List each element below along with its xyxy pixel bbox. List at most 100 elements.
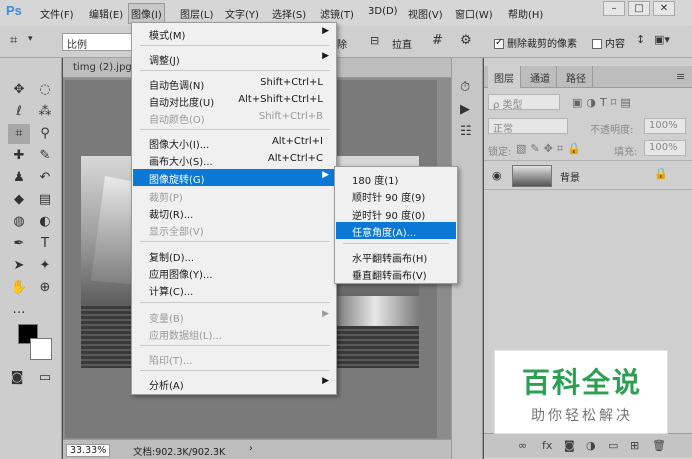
chevron-down-icon[interactable]: ▾	[28, 34, 33, 44]
path-select-icon[interactable]: ➤	[8, 256, 30, 276]
menu-item-analysis[interactable]: 分析(A) ▶	[133, 375, 335, 392]
menu-select[interactable]: 选择(S)	[272, 6, 306, 21]
lock-icons[interactable]: ▧✎✥⌗🔒	[516, 142, 585, 156]
menu-view[interactable]: 视图(V)	[408, 6, 443, 21]
hand-tool-icon[interactable]: ✋	[8, 278, 30, 298]
blend-mode-select[interactable]: 正常	[488, 118, 568, 135]
layer-filter-select[interactable]: ρ 类型	[488, 94, 560, 111]
tab-channels[interactable]: 通道	[524, 66, 557, 88]
history-brush-icon[interactable]: ↶	[34, 168, 56, 188]
menu-file[interactable]: 文件(F)	[40, 6, 74, 21]
panel-toggle-icon[interactable]: ↕	[636, 33, 645, 46]
submenu-arrow-icon: ▶	[322, 26, 329, 36]
tab-layers[interactable]: 图层	[488, 66, 521, 88]
properties-panel-icon[interactable]: ☷	[460, 124, 472, 139]
screen-mode-icon[interactable]: ▭	[34, 368, 56, 388]
close-button[interactable]: ✕	[653, 1, 675, 16]
eraser-icon[interactable]: ◆	[8, 190, 30, 210]
menu-item-flip-horizontal[interactable]: 水平翻转画布(H)	[336, 248, 456, 265]
checkbox-checked-icon[interactable]	[494, 37, 504, 49]
dodge-tool-icon[interactable]: ◐	[34, 212, 56, 232]
adjustment-layer-icon[interactable]: ◑	[586, 439, 596, 452]
menu-item-rotate-cw-90[interactable]: 顺时针 90 度(9)	[336, 187, 456, 204]
more-tools-icon[interactable]: …	[8, 300, 30, 320]
filter-type-icons[interactable]: ▣◑T⌑▤	[572, 96, 635, 109]
actions-panel-icon[interactable]: ▶	[460, 102, 470, 117]
type-tool-icon[interactable]: T	[34, 234, 56, 254]
maximize-button[interactable]: □	[628, 1, 650, 16]
menu-item-adjustments[interactable]: 调整(J) ▶	[133, 50, 335, 67]
menu-filter[interactable]: 滤镜(T)	[320, 6, 354, 21]
visibility-eye-icon[interactable]: ◉	[492, 169, 502, 182]
menu-item-canvas-size[interactable]: 画布大小(S)... Alt+Ctrl+C	[133, 151, 335, 168]
brush-tool-icon[interactable]: ✎	[34, 146, 56, 166]
menu-item-image-rotation[interactable]: 图像旋转(G) ▶	[133, 169, 335, 186]
background-color-swatch[interactable]	[30, 338, 52, 360]
blur-tool-icon[interactable]: ◍	[8, 212, 30, 232]
content-aware-checkbox[interactable]: 内容	[592, 35, 625, 50]
crop-tool-icon[interactable]: ⌗	[8, 124, 30, 144]
image-menu-dropdown: 模式(M) ▶ 调整(J) ▶ 自动色调(N) Shift+Ctrl+L 自动对比度(…	[131, 22, 337, 395]
zoom-level[interactable]: 33.33%	[66, 444, 111, 457]
straighten-icon[interactable]: ⊟	[370, 34, 379, 47]
delete-cropped-checkbox[interactable]: 删除裁剪的像素	[494, 35, 577, 50]
menu-item-rotate-180[interactable]: 180 度(1)	[336, 170, 456, 187]
checkbox-unchecked-icon[interactable]	[592, 39, 602, 49]
new-group-icon[interactable]: ▭	[608, 439, 618, 452]
move-tool-icon[interactable]: ✥	[8, 80, 30, 100]
gear-icon[interactable]: ⚙	[460, 33, 472, 48]
link-layers-icon[interactable]: ∞	[518, 439, 527, 452]
menu-3d[interactable]: 3D(D)	[368, 6, 398, 17]
tab-paths[interactable]: 路径	[560, 66, 593, 88]
clear-button[interactable]: 除	[337, 36, 347, 51]
menu-item-rotate-ccw-90[interactable]: 逆时针 90 度(0)	[336, 205, 456, 222]
marquee-tool-icon[interactable]: ◌	[34, 80, 56, 100]
menu-separator	[140, 129, 330, 130]
zoom-tool-icon[interactable]: ⊕	[34, 278, 56, 298]
trash-icon[interactable]: 🗑	[652, 439, 666, 452]
photoshop-logo: Ps	[6, 3, 22, 18]
menu-window[interactable]: 窗口(W)	[455, 6, 493, 21]
menu-help[interactable]: 帮助(H)	[508, 6, 543, 21]
menu-type[interactable]: 文字(Y)	[225, 6, 259, 21]
menu-image[interactable]: 图像(I)	[128, 3, 165, 24]
menu-item-apply-image[interactable]: 应用图像(Y)...	[133, 264, 335, 281]
menu-item-mode[interactable]: 模式(M) ▶	[133, 25, 335, 42]
lasso-tool-icon[interactable]: ℓ	[8, 102, 30, 122]
history-panel-icon[interactable]: ⏱	[460, 80, 470, 95]
menu-item-auto-contrast[interactable]: 自动对比度(U) Alt+Shift+Ctrl+L	[133, 92, 335, 109]
crop-tool-icon[interactable]: ⌗	[10, 33, 17, 48]
eyedropper-icon[interactable]: ⚲	[34, 124, 56, 144]
magic-wand-icon[interactable]: ⁂	[34, 102, 56, 122]
menu-item-arbitrary-angle[interactable]: 任意角度(A)...	[336, 222, 456, 239]
fx-icon[interactable]: fx	[542, 439, 552, 452]
fill-input[interactable]: 100%	[644, 140, 686, 156]
menu-item-duplicate[interactable]: 复制(D)...	[133, 247, 335, 264]
panel-menu-icon[interactable]: ≡	[676, 70, 685, 83]
menu-layer[interactable]: 图层(L)	[180, 6, 213, 21]
quick-mask-icon[interactable]: ◙	[6, 368, 28, 388]
menu-item-image-size[interactable]: 图像大小(I)... Alt+Ctrl+I	[133, 134, 335, 151]
status-menu-arrow[interactable]: ›	[249, 443, 253, 454]
workspace-icon[interactable]: ▣▾	[654, 33, 670, 46]
ratio-select[interactable]: 比例	[62, 33, 138, 51]
gradient-icon[interactable]: ▤	[34, 190, 56, 210]
menu-item-flip-vertical[interactable]: 垂直翻转画布(V)	[336, 265, 456, 282]
overlay-grid-icon[interactable]: #	[432, 33, 443, 48]
clone-stamp-icon[interactable]: ♟	[8, 168, 30, 188]
layers-panel-footer: ∞ fx ◙ ◑ ▭ ⊞ 🗑	[484, 433, 692, 457]
layer-background-row[interactable]: ◉ 背景 🔒	[484, 160, 692, 190]
menu-separator	[140, 370, 330, 371]
minimize-button[interactable]: –	[603, 1, 625, 16]
shape-tool-icon[interactable]: ✦	[34, 256, 56, 276]
menu-item-calculations[interactable]: 计算(C)...	[133, 281, 335, 298]
new-layer-icon[interactable]: ⊞	[630, 439, 639, 452]
menu-item-trim[interactable]: 裁切(R)...	[133, 204, 335, 221]
add-mask-icon[interactable]: ◙	[564, 439, 575, 452]
menu-item-auto-tone[interactable]: 自动色调(N) Shift+Ctrl+L	[133, 75, 335, 92]
opacity-input[interactable]: 100%	[644, 118, 686, 134]
menu-edit[interactable]: 编辑(E)	[89, 6, 123, 21]
healing-brush-icon[interactable]: ✚	[8, 146, 30, 166]
pen-tool-icon[interactable]: ✒	[8, 234, 30, 254]
straighten-button[interactable]: 拉直	[392, 36, 412, 51]
